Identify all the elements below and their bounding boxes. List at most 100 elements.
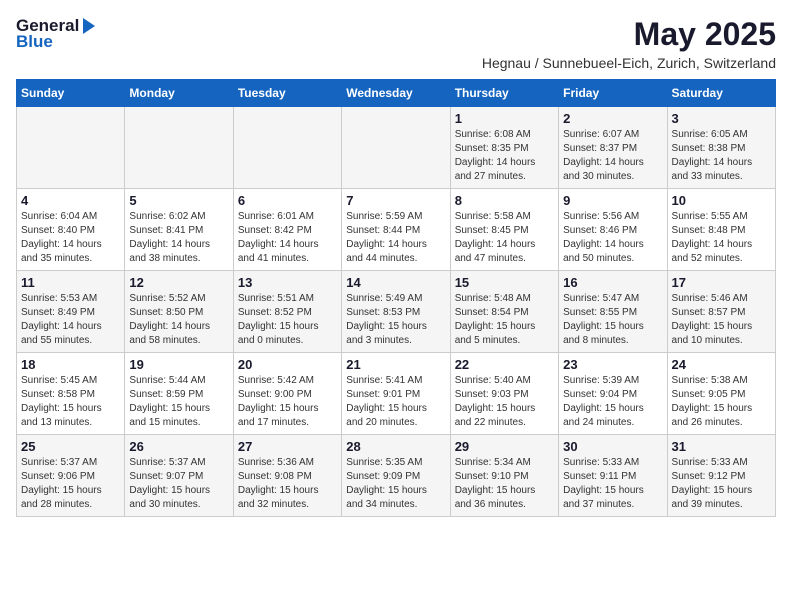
day-number: 30 [563, 439, 662, 454]
calendar-cell [342, 107, 450, 189]
logo-blue: Blue [16, 32, 99, 52]
title-section: May 2025 Hegnau / Sunnebueel-Eich, Zuric… [482, 16, 776, 71]
day-info: Sunrise: 5:49 AM Sunset: 8:53 PM Dayligh… [346, 292, 445, 348]
day-info: Sunrise: 5:47 AM Sunset: 8:55 PM Dayligh… [563, 292, 662, 348]
day-info: Sunrise: 5:37 AM Sunset: 9:07 PM Dayligh… [129, 456, 228, 512]
day-info: Sunrise: 5:51 AM Sunset: 8:52 PM Dayligh… [238, 292, 337, 348]
calendar-header-row: SundayMondayTuesdayWednesdayThursdayFrid… [17, 80, 776, 107]
calendar-cell: 19Sunrise: 5:44 AM Sunset: 8:59 PM Dayli… [125, 353, 233, 435]
day-number: 26 [129, 439, 228, 454]
day-number: 27 [238, 439, 337, 454]
day-info: Sunrise: 6:04 AM Sunset: 8:40 PM Dayligh… [21, 210, 120, 266]
day-number: 4 [21, 193, 120, 208]
logo: General Blue [16, 16, 99, 52]
week-row-1: 1 Sunrise: 6:08 AM Sunset: 8:35 PM Daylig… [17, 107, 776, 189]
day-number: 21 [346, 357, 445, 372]
day-number: 24 [672, 357, 771, 372]
calendar-cell: 14Sunrise: 5:49 AM Sunset: 8:53 PM Dayli… [342, 271, 450, 353]
week-row-5: 25 Sunrise: 5:37 AM Sunset: 9:06 PM Dayli… [17, 435, 776, 517]
day-info: Sunrise: 5:36 AM Sunset: 9:08 PM Dayligh… [238, 456, 337, 512]
calendar-cell: 9Sunrise: 5:56 AM Sunset: 8:46 PM Daylig… [559, 189, 667, 271]
day-info: Sunrise: 5:42 AM Sunset: 9:00 PM Dayligh… [238, 374, 337, 430]
day-number: 13 [238, 275, 337, 290]
week-row-2: 4 Sunrise: 6:04 AM Sunset: 8:40 PM Daylig… [17, 189, 776, 271]
day-info: Sunrise: 5:38 AM Sunset: 9:05 PM Dayligh… [672, 374, 771, 430]
calendar-cell: 30 Sunrise: 5:33 AM Sunset: 9:11 PM Dayli… [559, 435, 667, 517]
calendar-cell: 27 Sunrise: 5:36 AM Sunset: 9:08 PM Dayli… [233, 435, 341, 517]
calendar-cell: 17 Sunrise: 5:46 AM Sunset: 8:57 PM Dayli… [667, 271, 775, 353]
day-number: 7 [346, 193, 445, 208]
day-header-monday: Monday [125, 80, 233, 107]
week-row-3: 11 Sunrise: 5:53 AM Sunset: 8:49 PM Dayli… [17, 271, 776, 353]
day-header-tuesday: Tuesday [233, 80, 341, 107]
day-info: Sunrise: 6:08 AM Sunset: 8:35 PM Dayligh… [455, 128, 554, 184]
day-info: Sunrise: 5:55 AM Sunset: 8:48 PM Dayligh… [672, 210, 771, 266]
day-header-friday: Friday [559, 80, 667, 107]
calendar-cell: 23Sunrise: 5:39 AM Sunset: 9:04 PM Dayli… [559, 353, 667, 435]
day-number: 25 [21, 439, 120, 454]
calendar-cell: 25 Sunrise: 5:37 AM Sunset: 9:06 PM Dayli… [17, 435, 125, 517]
calendar-cell: 29Sunrise: 5:34 AM Sunset: 9:10 PM Dayli… [450, 435, 558, 517]
day-number: 12 [129, 275, 228, 290]
week-row-4: 18 Sunrise: 5:45 AM Sunset: 8:58 PM Dayli… [17, 353, 776, 435]
calendar-cell: 24 Sunrise: 5:38 AM Sunset: 9:05 PM Dayli… [667, 353, 775, 435]
day-number: 20 [238, 357, 337, 372]
day-number: 16 [563, 275, 662, 290]
day-number: 15 [455, 275, 554, 290]
day-number: 18 [21, 357, 120, 372]
calendar-cell: 7 Sunrise: 5:59 AM Sunset: 8:44 PM Daylig… [342, 189, 450, 271]
day-number: 2 [563, 111, 662, 126]
calendar-cell: 21 Sunrise: 5:41 AM Sunset: 9:01 PM Dayli… [342, 353, 450, 435]
calendar-cell [17, 107, 125, 189]
day-info: Sunrise: 5:56 AM Sunset: 8:46 PM Dayligh… [563, 210, 662, 266]
day-info: Sunrise: 5:53 AM Sunset: 8:49 PM Dayligh… [21, 292, 120, 348]
day-number: 31 [672, 439, 771, 454]
day-info: Sunrise: 5:33 AM Sunset: 9:12 PM Dayligh… [672, 456, 771, 512]
calendar-cell: 20 Sunrise: 5:42 AM Sunset: 9:00 PM Dayli… [233, 353, 341, 435]
calendar-cell: 3 Sunrise: 6:05 AM Sunset: 8:38 PM Daylig… [667, 107, 775, 189]
day-info: Sunrise: 5:41 AM Sunset: 9:01 PM Dayligh… [346, 374, 445, 430]
calendar-subtitle: Hegnau / Sunnebueel-Eich, Zurich, Switze… [482, 55, 776, 71]
day-info: Sunrise: 5:39 AM Sunset: 9:04 PM Dayligh… [563, 374, 662, 430]
day-number: 10 [672, 193, 771, 208]
day-info: Sunrise: 6:02 AM Sunset: 8:41 PM Dayligh… [129, 210, 228, 266]
calendar-cell: 13 Sunrise: 5:51 AM Sunset: 8:52 PM Dayli… [233, 271, 341, 353]
calendar-cell: 15 Sunrise: 5:48 AM Sunset: 8:54 PM Dayli… [450, 271, 558, 353]
calendar-cell: 26 Sunrise: 5:37 AM Sunset: 9:07 PM Dayli… [125, 435, 233, 517]
calendar-cell [125, 107, 233, 189]
day-number: 17 [672, 275, 771, 290]
day-info: Sunrise: 5:45 AM Sunset: 8:58 PM Dayligh… [21, 374, 120, 430]
day-info: Sunrise: 6:05 AM Sunset: 8:38 PM Dayligh… [672, 128, 771, 184]
calendar-cell: 22 Sunrise: 5:40 AM Sunset: 9:03 PM Dayli… [450, 353, 558, 435]
day-number: 22 [455, 357, 554, 372]
calendar-table: SundayMondayTuesdayWednesdayThursdayFrid… [16, 79, 776, 517]
day-number: 6 [238, 193, 337, 208]
calendar-cell: 11 Sunrise: 5:53 AM Sunset: 8:49 PM Dayli… [17, 271, 125, 353]
day-number: 29 [455, 439, 554, 454]
calendar-cell: 4 Sunrise: 6:04 AM Sunset: 8:40 PM Daylig… [17, 189, 125, 271]
day-header-thursday: Thursday [450, 80, 558, 107]
day-info: Sunrise: 5:37 AM Sunset: 9:06 PM Dayligh… [21, 456, 120, 512]
calendar-cell: 8Sunrise: 5:58 AM Sunset: 8:45 PM Daylig… [450, 189, 558, 271]
calendar-cell [233, 107, 341, 189]
calendar-title: May 2025 [482, 16, 776, 53]
day-number: 28 [346, 439, 445, 454]
day-number: 3 [672, 111, 771, 126]
day-info: Sunrise: 5:48 AM Sunset: 8:54 PM Dayligh… [455, 292, 554, 348]
day-info: Sunrise: 5:46 AM Sunset: 8:57 PM Dayligh… [672, 292, 771, 348]
day-number: 5 [129, 193, 228, 208]
day-number: 1 [455, 111, 554, 126]
day-info: Sunrise: 5:33 AM Sunset: 9:11 PM Dayligh… [563, 456, 662, 512]
day-info: Sunrise: 5:52 AM Sunset: 8:50 PM Dayligh… [129, 292, 228, 348]
day-info: Sunrise: 5:59 AM Sunset: 8:44 PM Dayligh… [346, 210, 445, 266]
day-info: Sunrise: 5:40 AM Sunset: 9:03 PM Dayligh… [455, 374, 554, 430]
day-number: 8 [455, 193, 554, 208]
calendar-cell: 6Sunrise: 6:01 AM Sunset: 8:42 PM Daylig… [233, 189, 341, 271]
calendar-cell: 2 Sunrise: 6:07 AM Sunset: 8:37 PM Daylig… [559, 107, 667, 189]
day-header-sunday: Sunday [17, 80, 125, 107]
day-header-saturday: Saturday [667, 80, 775, 107]
calendar-cell: 12 Sunrise: 5:52 AM Sunset: 8:50 PM Dayli… [125, 271, 233, 353]
day-header-wednesday: Wednesday [342, 80, 450, 107]
day-info: Sunrise: 6:07 AM Sunset: 8:37 PM Dayligh… [563, 128, 662, 184]
day-number: 11 [21, 275, 120, 290]
